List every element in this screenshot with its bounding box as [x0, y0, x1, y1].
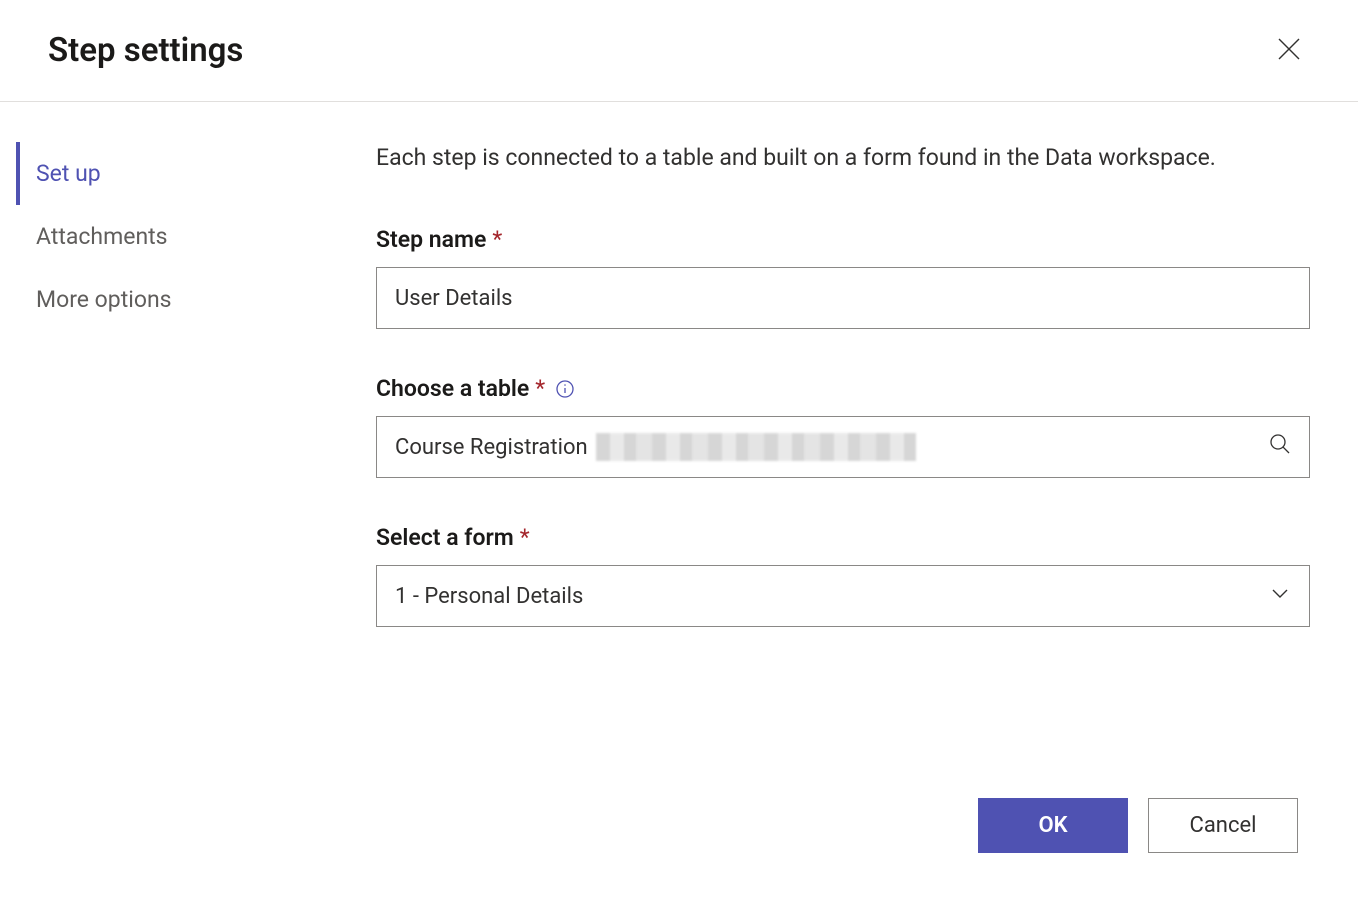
select-form-value: 1 - Personal Details	[395, 584, 583, 609]
sidebar-item-more-options[interactable]: More options	[16, 268, 360, 331]
choose-table-label: Choose a table *	[376, 375, 1310, 402]
setup-description: Each step is connected to a table and bu…	[376, 142, 1296, 174]
label-text: Select a form	[376, 524, 514, 551]
dialog-header: Step settings	[0, 0, 1358, 102]
required-indicator: *	[520, 524, 530, 551]
dialog-title: Step settings	[48, 31, 243, 70]
sidebar-item-label: Set up	[36, 160, 101, 187]
search-icon	[1269, 433, 1291, 461]
sidebar-item-attachments[interactable]: Attachments	[16, 205, 360, 268]
select-form-label: Select a form *	[376, 524, 1310, 551]
sidebar-item-setup[interactable]: Set up	[16, 142, 360, 205]
dialog-footer: OK Cancel	[978, 798, 1298, 853]
label-text: Step name	[376, 226, 486, 253]
field-choose-table: Choose a table * Course Registration	[376, 375, 1310, 478]
close-button[interactable]	[1268, 28, 1310, 73]
field-step-name: Step name *	[376, 226, 1310, 329]
sidebar: Set up Attachments More options	[0, 142, 360, 331]
field-select-form: Select a form * 1 - Personal Details	[376, 524, 1310, 627]
sidebar-item-label: More options	[36, 286, 172, 313]
sidebar-item-label: Attachments	[36, 223, 168, 250]
ok-button[interactable]: OK	[978, 798, 1128, 853]
select-form-dropdown[interactable]: 1 - Personal Details	[376, 565, 1310, 627]
redacted-text	[596, 433, 916, 461]
content-pane: Each step is connected to a table and bu…	[360, 142, 1358, 673]
step-name-label: Step name *	[376, 226, 1310, 253]
close-icon	[1276, 36, 1302, 65]
choose-table-value: Course Registration	[395, 435, 588, 460]
required-indicator: *	[535, 375, 545, 402]
label-text: Choose a table	[376, 375, 529, 402]
chevron-down-icon	[1269, 582, 1291, 610]
dialog-body: Set up Attachments More options Each ste…	[0, 102, 1358, 673]
required-indicator: *	[492, 226, 502, 253]
cancel-button[interactable]: Cancel	[1148, 798, 1298, 853]
info-icon[interactable]	[555, 379, 575, 399]
choose-table-lookup[interactable]: Course Registration	[376, 416, 1310, 478]
step-name-input[interactable]	[376, 267, 1310, 329]
